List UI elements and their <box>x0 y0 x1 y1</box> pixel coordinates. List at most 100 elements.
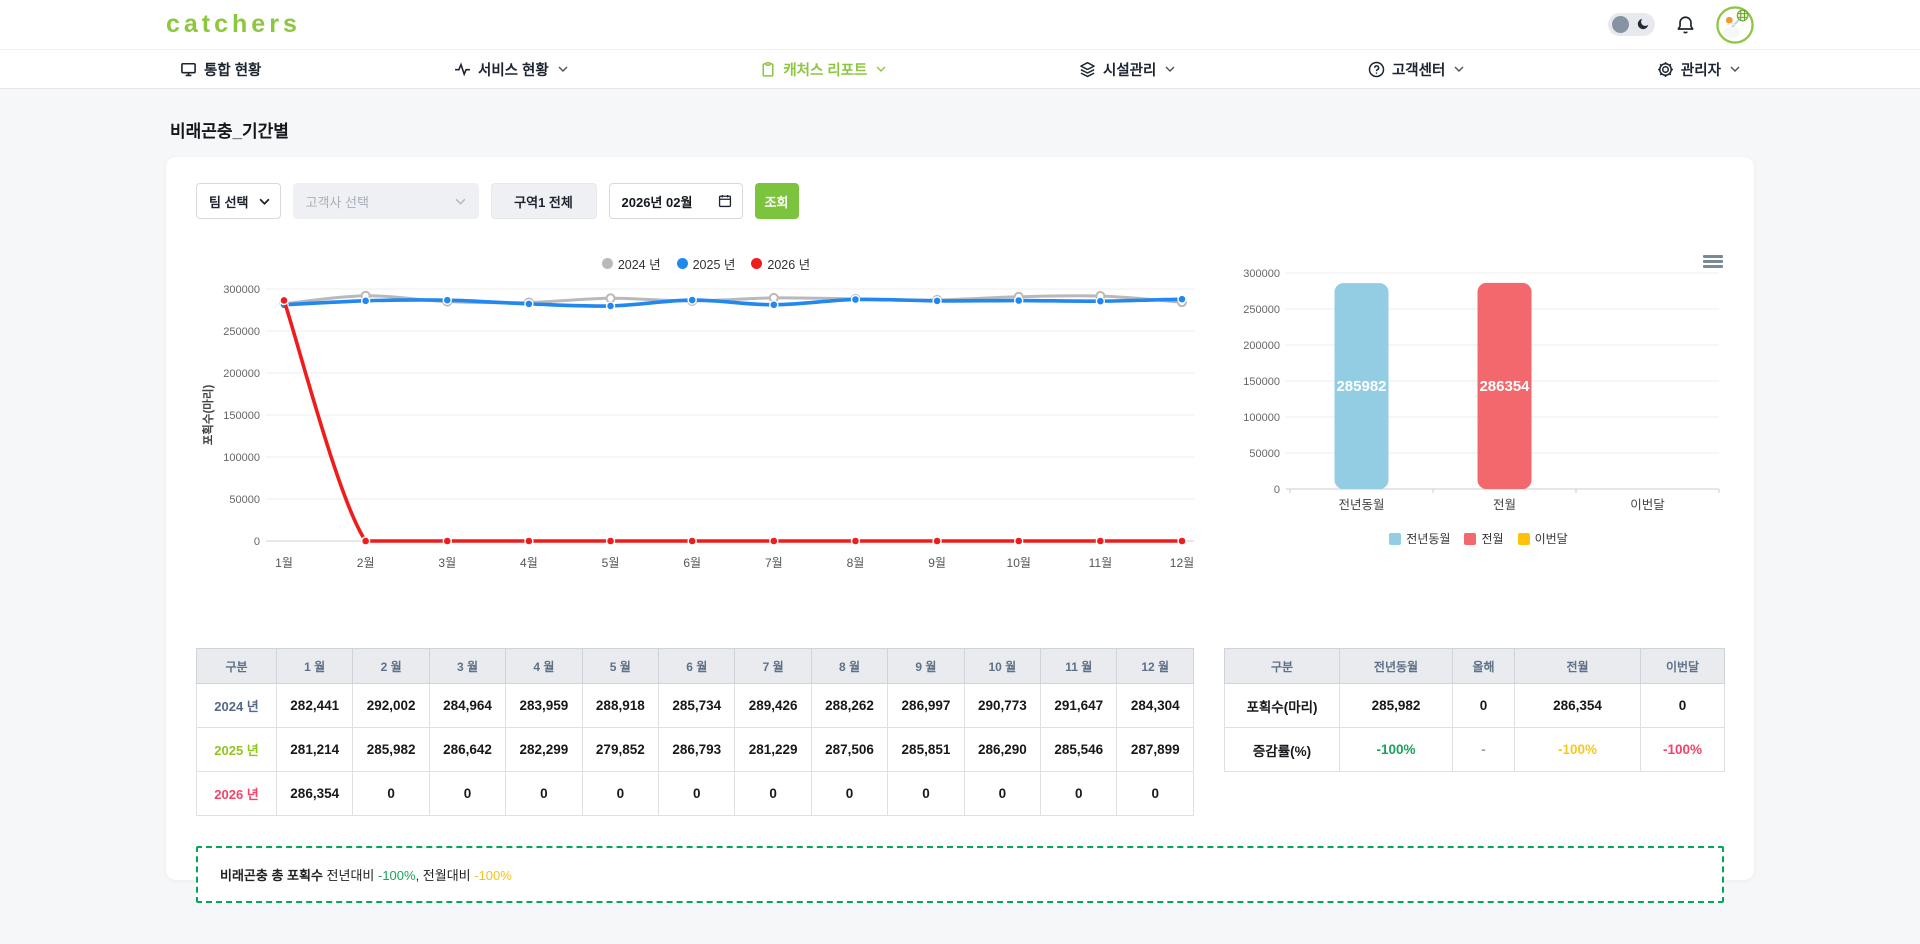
column-header: 이번달 <box>1641 649 1725 684</box>
year-label: 2026 년 <box>197 772 277 816</box>
column-header: 2 월 <box>353 649 429 684</box>
notifications-button[interactable] <box>1675 14 1696 36</box>
table-cell: - <box>1453 728 1515 772</box>
table-cell: 0 <box>582 772 658 816</box>
table-cell: 0 <box>353 772 429 816</box>
chart-menu-icon[interactable] <box>1703 253 1723 270</box>
chevron-down-icon <box>876 66 886 72</box>
layers-icon <box>1079 61 1096 78</box>
summary-table-wrap: 구분전년동월올해전월이번달포획수(마리)285,9820286,3540증감률(… <box>1224 648 1724 816</box>
row-label: 포획수(마리) <box>1225 684 1340 728</box>
brand-logo[interactable]: catchers <box>166 10 301 39</box>
legend-label: 2024 년 <box>618 254 661 273</box>
team-select[interactable]: 팀 선택 <box>196 183 281 219</box>
column-header: 전월 <box>1515 649 1641 684</box>
nav-item-facility[interactable]: 시설관리 <box>1079 59 1175 80</box>
table-cell: 288,262 <box>811 684 887 728</box>
legend-dot <box>751 258 762 269</box>
nav-item-service-status[interactable]: 서비스 현황 <box>454 59 568 80</box>
main-nav: 통합 현황 서비스 현황 캐처스 리포트 시설관리 고객센터 관리자 <box>0 49 1920 89</box>
svg-text:2월: 2월 <box>357 556 375 570</box>
charts-row: 2024 년 2025 년 2026 년 0 50000 100000 150000 200… <box>196 253 1724 584</box>
bar-chart-legend: 전년동월 전월 이번달 <box>1230 530 1727 547</box>
table-cell: 282,299 <box>506 728 582 772</box>
svg-text:3월: 3월 <box>438 556 456 570</box>
calendar-icon <box>718 194 732 208</box>
month-picker[interactable]: 2026년 02월 <box>609 183 743 219</box>
nav-item-support[interactable]: 고객센터 <box>1368 59 1464 80</box>
table-cell: 286,642 <box>429 728 505 772</box>
svg-text:0: 0 <box>254 536 260 548</box>
monthly-table-wrap: 구분1 월2 월3 월4 월5 월6 월7 월8 월9 월10 월11 월12 … <box>196 648 1194 816</box>
avatar[interactable] <box>1716 6 1754 44</box>
legend-item[interactable]: 2024 년 <box>602 254 661 273</box>
column-header: 구분 <box>197 649 277 684</box>
top-header: catchers <box>0 0 1920 49</box>
svg-text:전년동월: 전년동월 <box>1338 498 1384 512</box>
column-header: 5 월 <box>582 649 658 684</box>
svg-text:200000: 200000 <box>223 368 260 380</box>
main-content: 비래곤충_기간별 팀 선택 고객사 선택 구역1 전체 2026년 02월 조회 <box>0 89 1920 880</box>
column-header: 12 월 <box>1117 649 1194 684</box>
help-icon <box>1368 61 1385 78</box>
table-cell: 0 <box>811 772 887 816</box>
table-cell: 287,899 <box>1117 728 1194 772</box>
svg-text:150000: 150000 <box>1243 376 1280 388</box>
table-cell: -100% <box>1515 728 1641 772</box>
theme-toggle[interactable] <box>1608 13 1655 36</box>
svg-text:250000: 250000 <box>1243 304 1280 316</box>
chevron-down-icon <box>1165 66 1175 72</box>
table-cell: 291,647 <box>1041 684 1117 728</box>
mom-change-value: -100% <box>474 868 512 883</box>
table-cell: 0 <box>659 772 735 816</box>
column-header: 9 월 <box>888 649 964 684</box>
legend-label: 전월 <box>1481 530 1503 547</box>
svg-text:50000: 50000 <box>229 494 260 506</box>
svg-text:100000: 100000 <box>1243 412 1280 424</box>
customer-select[interactable]: 고객사 선택 <box>293 183 479 219</box>
table-cell: 285,851 <box>888 728 964 772</box>
legend-dot <box>677 258 688 269</box>
column-header: 3 월 <box>429 649 505 684</box>
legend-item[interactable]: 2025 년 <box>677 254 736 273</box>
table-cell: 286,997 <box>888 684 964 728</box>
table-cell: 286,354 <box>1515 684 1641 728</box>
table-cell: 286,354 <box>277 772 353 816</box>
activity-icon <box>454 61 471 78</box>
nav-item-admin[interactable]: 관리자 <box>1657 59 1740 80</box>
svg-text:11월: 11월 <box>1089 556 1113 570</box>
column-header: 4 월 <box>506 649 582 684</box>
search-button[interactable]: 조회 <box>755 183 799 219</box>
report-card: 팀 선택 고객사 선택 구역1 전체 2026년 02월 조회 2024 년20… <box>166 157 1754 880</box>
legend-item[interactable]: 전월 <box>1464 530 1503 547</box>
summary-table: 구분전년동월올해전월이번달포획수(마리)285,9820286,3540증감률(… <box>1224 648 1725 772</box>
table-cell: 0 <box>1117 772 1194 816</box>
legend-item[interactable]: 2026 년 <box>751 254 810 273</box>
table-cell: 285,982 <box>353 728 429 772</box>
table-cell: 285,546 <box>1041 728 1117 772</box>
table-row: 증감률(%)-100%--100%-100% <box>1225 728 1725 772</box>
svg-text:1월: 1월 <box>275 556 293 570</box>
column-header: 10 월 <box>964 649 1040 684</box>
table-cell: 0 <box>429 772 505 816</box>
svg-text:50000: 50000 <box>1249 448 1280 460</box>
zone-field[interactable]: 구역1 전체 <box>491 183 597 219</box>
svg-text:8월: 8월 <box>847 556 865 570</box>
table-cell: 0 <box>964 772 1040 816</box>
legend-dot <box>602 258 613 269</box>
svg-text:4월: 4월 <box>520 556 538 570</box>
legend-item[interactable]: 이번달 <box>1518 530 1568 547</box>
legend-item[interactable]: 전년동월 <box>1389 530 1450 547</box>
nav-item-dashboard[interactable]: 통합 현황 <box>180 59 261 80</box>
clipboard-icon <box>760 61 776 78</box>
nav-item-catchers-report[interactable]: 캐처스 리포트 <box>760 59 886 80</box>
svg-text:300000: 300000 <box>223 284 260 296</box>
table-row: 포획수(마리)285,9820286,3540 <box>1225 684 1725 728</box>
svg-text:전월: 전월 <box>1493 498 1516 512</box>
legend-swatch <box>1464 533 1476 545</box>
svg-text:10월: 10월 <box>1007 556 1031 570</box>
gear-icon <box>1657 61 1674 78</box>
row-label: 증감률(%) <box>1225 728 1340 772</box>
table-cell: 289,426 <box>735 684 811 728</box>
chevron-down-icon <box>259 198 270 205</box>
